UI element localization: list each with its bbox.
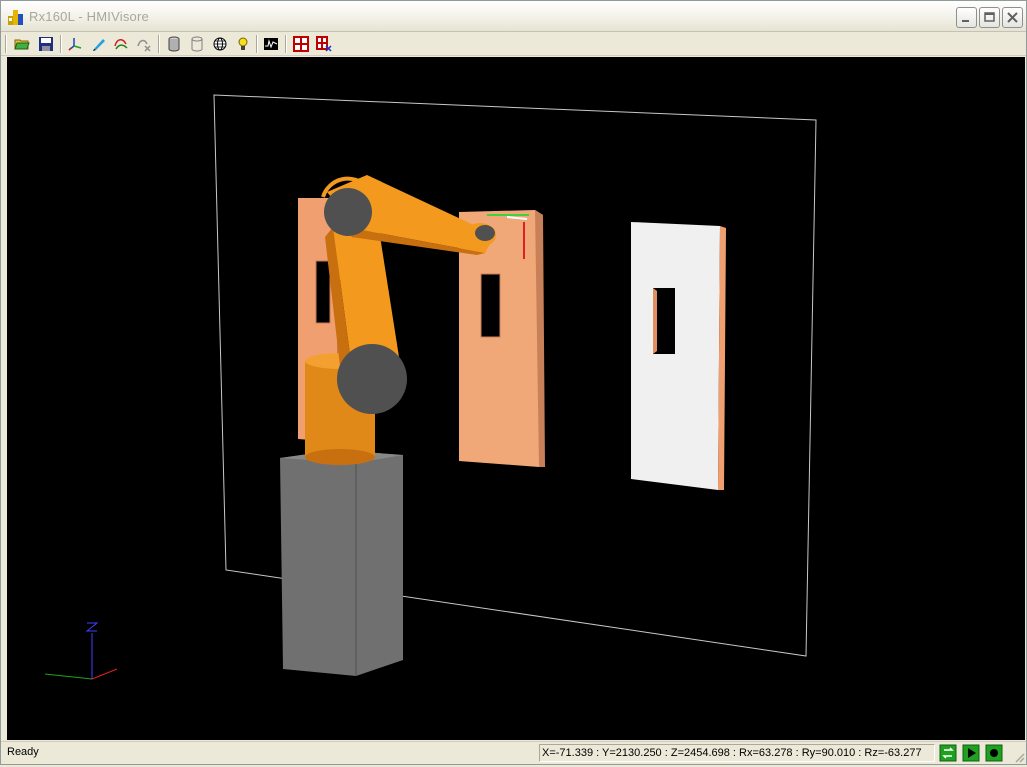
white-panel-right: [631, 222, 726, 490]
trajectory-icon: [114, 39, 128, 50]
save-button[interactable]: [36, 34, 56, 54]
3d-viewport[interactable]: [7, 57, 1025, 740]
record-button[interactable]: [985, 744, 1004, 762]
light-button[interactable]: [233, 34, 253, 54]
robot-pedestal: [280, 450, 403, 676]
status-coordinates: X=-71.339 : Y=2130.250 : Z=2454.698 : Rx…: [539, 744, 935, 762]
globe-button[interactable]: [210, 34, 230, 54]
app-logo-icon: [8, 10, 23, 25]
cylinder-wire-button[interactable]: [187, 34, 207, 54]
close-button[interactable]: [1002, 7, 1023, 28]
close-icon: [1007, 12, 1018, 23]
axes-button[interactable]: [65, 34, 85, 54]
save-icon: [39, 37, 53, 51]
status-ready-text: Ready: [7, 746, 39, 758]
cylinder-icon: [168, 36, 180, 52]
robot-shoulder-joint: [324, 188, 372, 236]
trajectory-remove-icon: [137, 39, 151, 52]
open-folder-icon: [14, 39, 30, 50]
maximize-icon: [984, 12, 995, 22]
grid-remove-button[interactable]: [314, 34, 334, 54]
globe-icon: [213, 37, 227, 51]
scene-3d: [44, 94, 817, 680]
toolbar-separator: [158, 35, 160, 53]
application-window: Rx160L - HMIVisore Ready X=-71.339: Y=2…: [0, 0, 1027, 765]
minimize-icon: [962, 20, 969, 22]
toolbar-separator: [60, 35, 62, 53]
window-title: Rx160L - HMIVisore: [29, 9, 149, 24]
toolbar-separator: [285, 35, 287, 53]
robot-elbow-joint: [337, 344, 407, 414]
oscilloscope-button[interactable]: [261, 34, 281, 54]
loop-icon: [939, 744, 957, 762]
play-icon: [962, 744, 980, 762]
open-button[interactable]: [12, 34, 32, 54]
play-button[interactable]: [962, 744, 981, 762]
grid-icon: [293, 36, 309, 52]
axes-icon: [68, 38, 82, 51]
resize-grip-icon[interactable]: [1013, 751, 1025, 763]
oscilloscope-icon: [264, 38, 278, 50]
record-icon: [985, 744, 1003, 762]
pen-icon: [93, 39, 105, 51]
toolbar-separator: [256, 35, 258, 53]
loop-button[interactable]: [939, 744, 958, 762]
minimize-button[interactable]: [956, 7, 977, 28]
maximize-button[interactable]: [979, 7, 1000, 28]
axis-gizmo: [44, 622, 118, 680]
light-bulb-icon: [238, 37, 248, 50]
toolbar-grip: [5, 35, 7, 53]
title-bar[interactable]: Rx160L - HMIVisore: [1, 1, 1026, 32]
toolbar: [1, 32, 1026, 56]
cylinder-wire-icon: [191, 36, 203, 52]
status-bar: Ready X=-71.339 : Y=2130.250 : Z=2454.69…: [1, 741, 1026, 764]
trajectory-button[interactable]: [111, 34, 131, 54]
grid-button[interactable]: [291, 34, 311, 54]
grid-remove-icon: [316, 36, 332, 52]
draw-button[interactable]: [89, 34, 109, 54]
cylinder-button[interactable]: [164, 34, 184, 54]
trajectory-remove-button[interactable]: [134, 34, 154, 54]
